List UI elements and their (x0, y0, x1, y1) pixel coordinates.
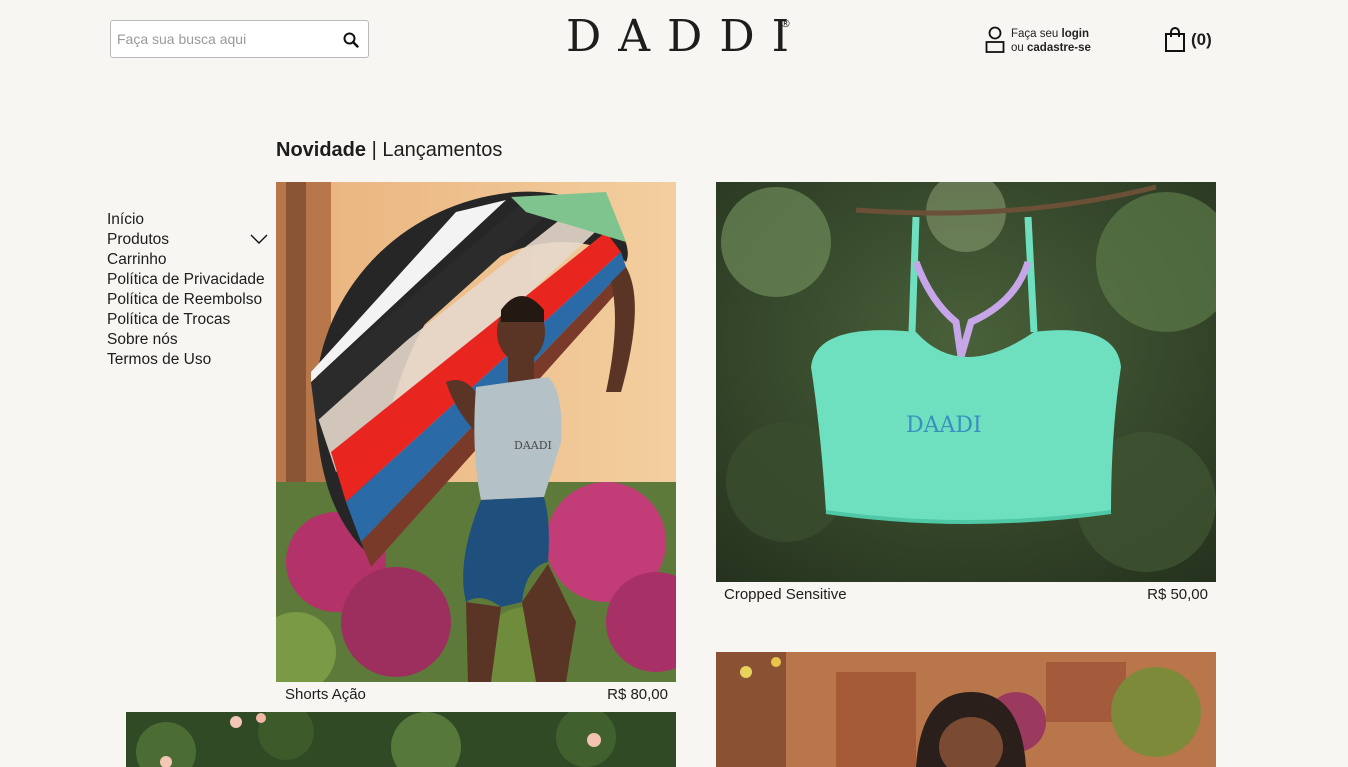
section-title-strong: Novidade (276, 139, 367, 161)
search-input[interactable] (111, 21, 331, 57)
product-price: R$ 80,00 (607, 686, 668, 703)
account-link[interactable]: Faça seu login ou cadastre-se (985, 26, 1115, 56)
registered-mark: ® (780, 17, 791, 30)
product-card[interactable]: DAADI Cropped Sensitive R$ 50,00 (716, 182, 1216, 608)
section-title-rest: Lançamentos (382, 139, 503, 161)
product-card[interactable]: DAADI Shorts Ação R$ 80,00 (276, 182, 676, 708)
user-icon (985, 26, 1005, 53)
nav-item-produtos[interactable]: Produtos (107, 230, 272, 250)
section-title: Novidade | Lançamentos (276, 139, 502, 162)
login-link[interactable]: login (1062, 28, 1089, 40)
shirt-logo: DAADI (514, 439, 552, 452)
nav-item-produtos-label: Produtos (107, 231, 170, 248)
search-box (110, 20, 369, 58)
product-name[interactable]: Shorts Ação (285, 686, 366, 703)
nav-item-carrinho[interactable]: Carrinho (107, 250, 272, 270)
shopping-bag-icon (1165, 27, 1185, 52)
product-name[interactable]: Cropped Sensitive (724, 586, 847, 603)
search-icon[interactable] (342, 31, 360, 49)
nav-item-termos[interactable]: Termos de Uso (107, 350, 272, 370)
account-prefix-1: Faça seu (1011, 28, 1062, 40)
product-image[interactable] (716, 652, 1216, 767)
nav-item-trocas[interactable]: Política de Trocas (107, 310, 272, 330)
product-image[interactable] (126, 712, 676, 767)
account-prefix-2: ou (1011, 42, 1027, 54)
section-title-separator: | (366, 139, 383, 161)
cart-count: (0) (1191, 30, 1212, 49)
product-image[interactable]: DAADI (716, 182, 1216, 582)
nav-item-sobre[interactable]: Sobre nós (107, 330, 272, 350)
product-price: R$ 50,00 (1147, 586, 1208, 603)
nav-item-privacidade[interactable]: Política de Privacidade (107, 270, 272, 290)
nav-item-reembolso[interactable]: Política de Reembolso (107, 290, 272, 310)
product-card[interactable] (126, 712, 676, 767)
register-link[interactable]: cadastre-se (1027, 42, 1091, 54)
brand-logo[interactable]: DADDI (566, 13, 806, 61)
shirt-logo: DAADI (906, 413, 982, 438)
account-text: Faça seu login ou cadastre-se (1011, 27, 1091, 55)
product-image[interactable]: DAADI (276, 182, 676, 682)
product-card[interactable] (716, 652, 1216, 767)
side-navigation: Início Produtos Carrinho Política de Pri… (107, 210, 272, 370)
chevron-down-icon[interactable] (250, 234, 268, 244)
nav-item-inicio[interactable]: Início (107, 210, 272, 230)
